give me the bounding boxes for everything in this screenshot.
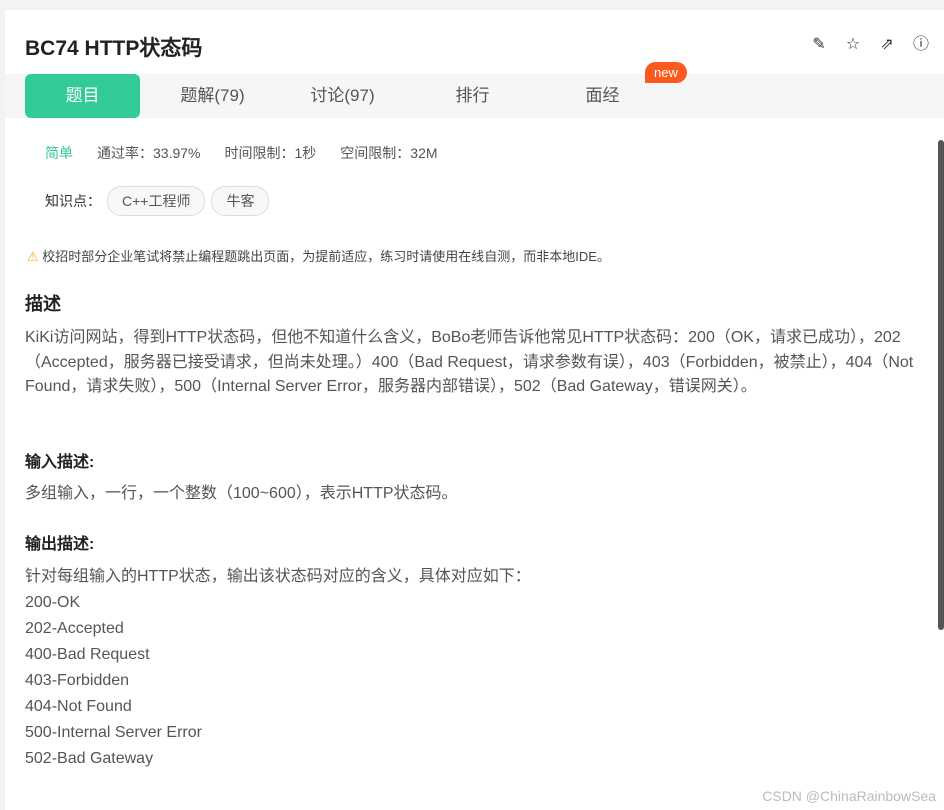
tag-chip[interactable]: C++工程师 xyxy=(107,186,206,216)
new-badge: new xyxy=(645,62,687,83)
tab-solutions[interactable]: 题解(79) xyxy=(155,74,270,118)
watermark: CSDN @ChinaRainbowSea xyxy=(762,788,936,804)
share-icon[interactable]: ⇗ xyxy=(878,36,896,54)
desc-text: KiKi访问网站，得到HTTP状态码，但他不知道什么含义，BoBo老师告诉他常见… xyxy=(25,329,914,395)
warning-icon: ⚠ xyxy=(27,249,39,264)
report-icon[interactable]: ⓘ xyxy=(912,36,930,54)
problem-title: BC74 HTTP状态码 xyxy=(25,37,203,60)
tab-discussion[interactable]: 讨论(97) xyxy=(285,74,400,118)
tab-interview[interactable]: 面经 xyxy=(545,74,660,118)
knowledge-label: 知识点： xyxy=(45,193,101,209)
output-text: 针对每组输入的HTTP状态，输出该状态码对应的含义，具体对应如下： 200-OK 2… xyxy=(25,568,531,767)
desc-title: 描述 xyxy=(25,294,61,314)
space-limit: 空间限制：32M xyxy=(340,145,438,161)
problem-card: BC74 HTTP状态码 ✎ ☆ ⇗ ⓘ 题目 题解(79) 讨论(97) 排行… xyxy=(5,10,944,810)
output-title: 输出描述: xyxy=(25,536,95,553)
edit-icon[interactable]: ✎ xyxy=(810,36,828,54)
time-limit: 时间限制：1秒 xyxy=(224,145,317,161)
difficulty: 简单 xyxy=(45,145,73,161)
tab-problem[interactable]: 题目 xyxy=(25,74,140,118)
warning-text: 校招时部分企业笔试将禁止编程题跳出页面，为提前适应，练习时请使用在线自测，而非本… xyxy=(42,249,610,264)
scrollbar[interactable] xyxy=(938,140,944,630)
input-title: 输入描述: xyxy=(25,454,95,471)
tab-ranking[interactable]: 排行 xyxy=(415,74,530,118)
input-text: 多组输入，一行，一个整数（100~600），表示HTTP状态码。 xyxy=(25,485,458,502)
pass-rate: 通过率：33.97% xyxy=(97,145,201,161)
tab-bar: 题目 题解(79) 讨论(97) 排行 面经 xyxy=(5,74,944,118)
star-icon[interactable]: ☆ xyxy=(844,36,862,54)
tag-chip[interactable]: 牛客 xyxy=(211,186,270,216)
